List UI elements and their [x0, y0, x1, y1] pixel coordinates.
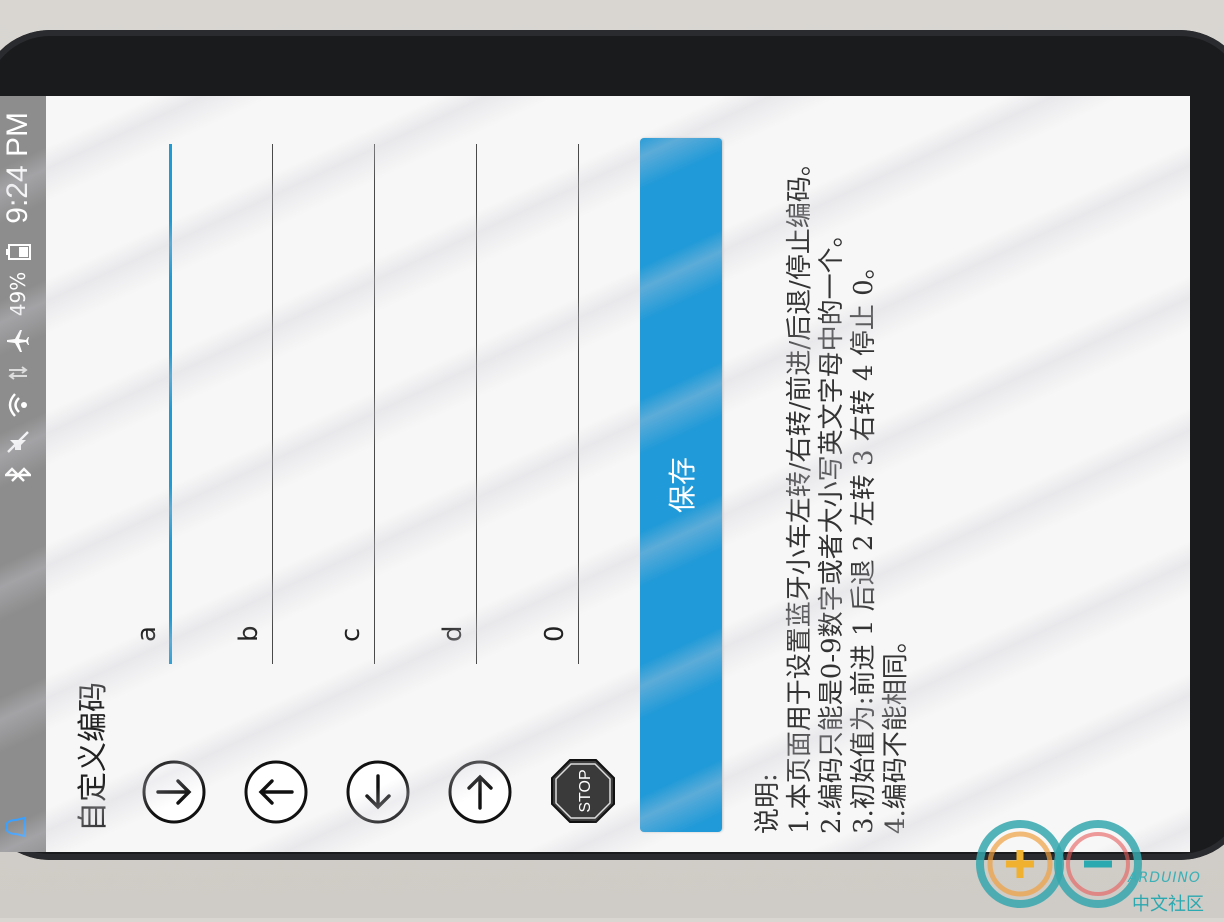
airplane-mode-icon [5, 328, 31, 354]
phone-bezel: 49% 9:24 PM 自定义编码 a b c d STOP 0 保存 说明: … [0, 30, 1224, 860]
save-button[interactable]: 保存 [640, 138, 722, 832]
page-title: 自定义编码 [76, 682, 111, 832]
arrow-left-icon[interactable] [346, 760, 410, 824]
instructions-line-4: 4.编码不能相同。 [881, 627, 911, 834]
command-row-forward: b [232, 116, 312, 832]
command-value-backward: a [132, 626, 162, 642]
command-row-left: c [334, 116, 414, 832]
status-bar: 49% 9:24 PM [0, 96, 46, 852]
data-transfer-icon [7, 366, 29, 380]
instructions-heading: 说明: [753, 773, 783, 834]
notification-icon [4, 816, 30, 838]
command-row-stop: STOP 0 [538, 116, 618, 832]
clock: 9:24 PM [1, 112, 34, 224]
bluetooth-icon [5, 466, 31, 484]
watermark-subtitle: 中文社区 [1132, 894, 1204, 915]
command-value-forward: b [234, 625, 264, 642]
wifi-icon [7, 392, 29, 418]
app-surface: 49% 9:24 PM 自定义编码 a b c d STOP 0 保存 说明: … [0, 96, 1190, 852]
instructions-line-3: 3.初始值为:前进 1 后退 2 左转 3 右转 4 停止 0。 [849, 253, 879, 834]
watermark-brand: ARDUINO [1128, 870, 1201, 886]
command-input-left[interactable] [374, 144, 375, 664]
instructions-line-2: 2.编码只能是0-9数字或者大小写英文字母中的一个。 [817, 221, 847, 834]
battery-icon [5, 243, 31, 260]
command-row-backward: a [130, 116, 210, 832]
battery-percent: 49% [6, 271, 30, 317]
stop-sign-label: STOP [577, 769, 594, 812]
command-value-right: d [438, 625, 468, 642]
arrow-down-icon[interactable] [142, 760, 206, 824]
command-input-forward[interactable] [272, 144, 273, 664]
command-value-left: c [336, 627, 366, 642]
arrow-right-icon[interactable] [448, 760, 512, 824]
command-value-stop: 0 [540, 625, 570, 642]
instructions-line-1: 1.本页面用于设置蓝牙小车左转/右转/前进/后退/停止编码。 [785, 150, 815, 834]
command-input-right[interactable] [476, 144, 477, 664]
phone-screen: 49% 9:24 PM 自定义编码 a b c d STOP 0 保存 说明: … [0, 96, 1190, 852]
mute-icon [6, 430, 30, 454]
instructions: 说明: 1.本页面用于设置蓝牙小车左转/右转/前进/后退/停止编码。 2.编码只… [752, 118, 912, 834]
command-input-stop[interactable] [578, 144, 579, 664]
stop-sign-icon[interactable]: STOP [550, 759, 615, 824]
status-icons: 49% 9:24 PM [1, 112, 35, 484]
arrow-up-icon[interactable] [244, 760, 308, 824]
command-input-backward[interactable] [169, 144, 172, 664]
command-row-right: d [436, 116, 516, 832]
